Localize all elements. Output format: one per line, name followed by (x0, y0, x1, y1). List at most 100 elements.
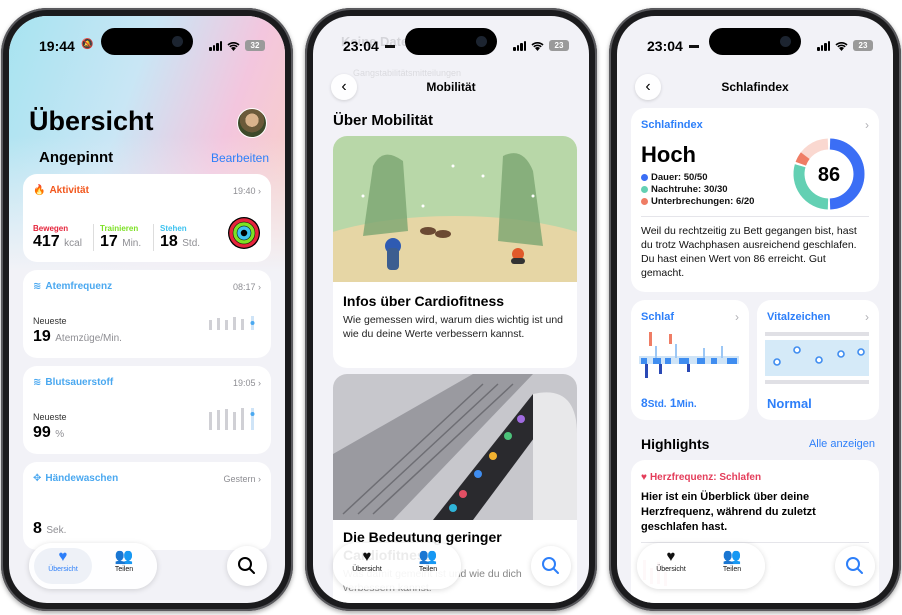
tab-summary[interactable]: ♥ Übersicht (338, 548, 396, 584)
dot-interruptions (641, 198, 648, 205)
handwashing-title: Händewaschen (45, 473, 119, 484)
sleep-rating: Hoch (641, 142, 696, 167)
search-button[interactable] (531, 546, 571, 586)
hands-icon: ✥ (33, 473, 42, 484)
signal-icon (817, 40, 830, 51)
chevron-right-icon: › (258, 378, 261, 388)
blood-oxygen-sparkline (209, 408, 255, 430)
tab-summary[interactable]: ♥ Übersicht (34, 548, 92, 584)
tab-bar: ♥ Übersicht 👥 Teilen (29, 543, 157, 589)
dot-rest (641, 186, 648, 193)
sleep-score-description: Weil du rechtzeitig zu Bett gegangen bis… (641, 225, 857, 279)
exercise-stat: Trainieren 17 Min. (93, 224, 141, 251)
article-body: Wie gemessen wird, warum dies wichtig is… (343, 314, 563, 340)
ghost-subtitle: Gangstabilitätsmitteilungen (353, 68, 462, 78)
blood-oxygen-card[interactable]: ≋ Blutsauerstoff 19:05 › Neueste 99 % (23, 366, 271, 454)
search-button[interactable] (835, 546, 875, 586)
bed-icon: ▬ (689, 40, 699, 51)
overview-screen: 19:44 🔕 32 Übersicht Angepinnt Bearbeite… (9, 16, 285, 603)
status-time: 23:04 (343, 38, 379, 54)
page-title: Übersicht (29, 106, 154, 136)
search-icon (846, 557, 863, 574)
sleep-stages-chart (639, 332, 739, 378)
people-icon: 👥 (114, 548, 134, 565)
flame-icon: 🔥 (33, 185, 46, 196)
sleep-score-label: Schlafindex (641, 119, 703, 131)
respiratory-title: Atemfrequenz (45, 281, 113, 292)
chevron-right-icon: › (258, 282, 261, 292)
sleep-card[interactable]: Schlaf › 8Std. 1Min. (631, 300, 749, 420)
heart-icon: ♥ (362, 548, 372, 565)
wifi-icon (227, 41, 240, 51)
phone-mobility: Keine Daten vorhanden Gangstabilitätsmit… (305, 8, 597, 611)
heart-icon: ♥ (641, 472, 647, 483)
tab-bar: ♥ Übersicht 👥 Teilen (333, 543, 461, 589)
move-stat: Bewegen 417 kcal (33, 224, 82, 250)
battery-icon: 32 (245, 40, 265, 51)
chevron-left-icon: ‹ (341, 78, 347, 95)
people-icon: 👥 (418, 548, 438, 565)
activity-card[interactable]: 🔥 Aktivität 19:40 › Bewegen 417 kcal Tra… (23, 174, 271, 262)
tab-sharing[interactable]: 👥 Teilen (703, 548, 761, 584)
edit-button[interactable]: Bearbeiten (211, 151, 269, 165)
chevron-right-icon: › (735, 310, 739, 324)
vitals-card[interactable]: Vitalzeichen › Normal (757, 300, 879, 420)
lungs-icon: ≋ (33, 281, 42, 292)
signal-icon (209, 40, 222, 51)
respiratory-sparkline (209, 316, 255, 330)
lungs-icon: ≋ (33, 377, 42, 388)
search-icon (542, 557, 559, 574)
chevron-left-icon: ‹ (645, 78, 651, 95)
sleep-label: Schlaf (641, 311, 675, 323)
latest-label: Neueste (33, 316, 67, 326)
chevron-right-icon: › (865, 310, 869, 324)
article-card-cardiofitness[interactable]: Infos über Cardiofitness Wie gemessen wi… (333, 136, 577, 368)
tab-sharing[interactable]: 👥 Teilen (399, 548, 457, 584)
tab-summary[interactable]: ♥ Übersicht (642, 548, 700, 584)
blood-oxygen-title: Blutsauerstoff (45, 377, 114, 388)
handwashing-card[interactable]: ✥ Händewaschen Gestern › 8 Sek. (23, 462, 271, 550)
dynamic-island (405, 28, 497, 55)
highlight-text: Hier ist ein Überblick über deine Herzfr… (641, 491, 816, 533)
show-all-link[interactable]: Alle anzeigen (809, 438, 875, 450)
chevron-right-icon: › (258, 474, 261, 484)
activity-time: 19:40 (232, 186, 256, 196)
people-icon: 👥 (722, 548, 742, 565)
chevron-right-icon: › (258, 186, 261, 196)
bed-icon: ▬ (385, 40, 395, 51)
bell-off-icon: 🔕 (81, 39, 94, 50)
sleep-duration: 8Std. 1Min. (641, 396, 697, 410)
status-time: 23:04 (647, 38, 683, 54)
latest-label: Neueste (33, 412, 67, 422)
score-legend: Dauer: 50/50 Nachtruhe: 30/30 Unterbrech… (641, 172, 754, 208)
sleep-score-screen: 23:04 ▬ 23 ‹ Schlafindex Schlafindex › H… (617, 16, 893, 603)
sleep-score-donut: 86 (793, 138, 865, 210)
phone-overview: 19:44 🔕 32 Übersicht Angepinnt Bearbeite… (1, 8, 293, 611)
sleep-score-value: 86 (818, 164, 840, 186)
search-button[interactable] (227, 546, 267, 586)
phone-sleep-score: 23:04 ▬ 23 ‹ Schlafindex Schlafindex › H… (609, 8, 901, 611)
mobility-screen: Keine Daten vorhanden Gangstabilitätsmit… (313, 16, 589, 603)
vitals-status: Normal (767, 396, 812, 411)
tab-bar: ♥ Übersicht 👥 Teilen (637, 543, 765, 589)
highlight-title: Herzfrequenz: Schlafen (649, 472, 762, 483)
highlights-heading: Highlights (641, 436, 710, 452)
back-button[interactable]: ‹ (331, 74, 357, 100)
search-icon (238, 557, 255, 574)
heart-icon: ♥ (666, 548, 676, 565)
signal-icon (513, 40, 526, 51)
stand-stat: Stehen 18 Std. (153, 224, 200, 251)
heart-icon: ♥ (58, 548, 68, 565)
activity-rings-icon (228, 217, 260, 249)
sleep-score-card[interactable]: Schlafindex › Hoch Dauer: 50/50 Nachtruh… (631, 108, 879, 292)
tab-sharing[interactable]: 👥 Teilen (95, 548, 153, 584)
battery-icon: 23 (853, 40, 873, 51)
dot-duration (641, 174, 648, 181)
respiratory-card[interactable]: ≋ Atemfrequenz 08:17 › Neueste 19 Atemzü… (23, 270, 271, 358)
escalator-illustration (333, 374, 577, 520)
back-button[interactable]: ‹ (635, 74, 661, 100)
cardiofitness-illustration (333, 136, 577, 336)
wifi-icon (835, 41, 848, 51)
dynamic-island (709, 28, 801, 55)
avatar[interactable] (237, 108, 267, 138)
